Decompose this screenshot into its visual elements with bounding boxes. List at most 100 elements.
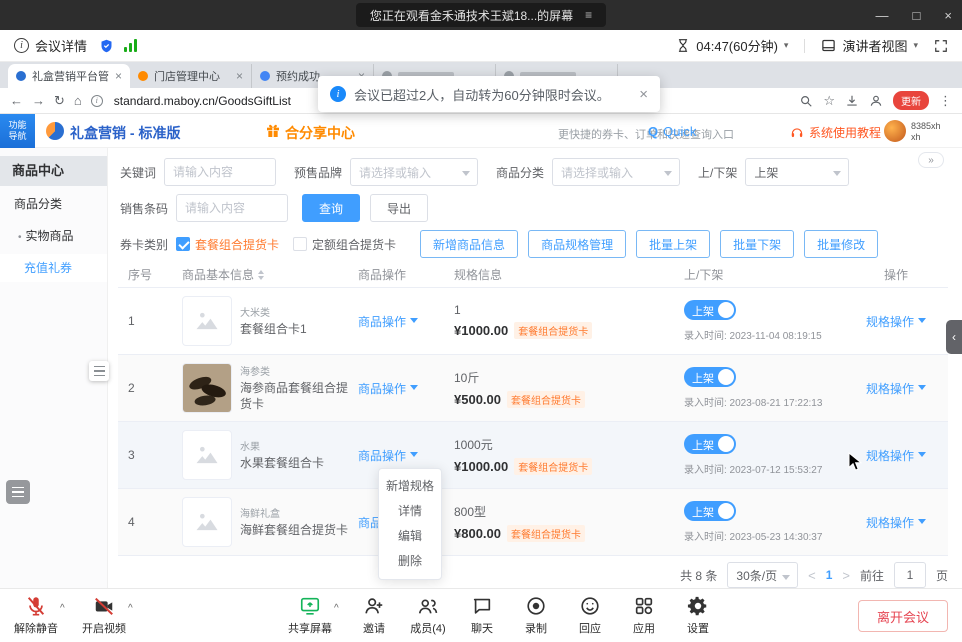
fixed-card-label[interactable]: 定额组合提货卡 bbox=[312, 236, 396, 253]
product-action-link[interactable]: 商品操作 bbox=[358, 315, 418, 329]
fixed-card-checkbox[interactable] bbox=[293, 237, 307, 251]
sidebar-item-physical-goods[interactable]: •实物商品 bbox=[0, 222, 107, 250]
browser-menu-icon[interactable]: ⋮ bbox=[939, 93, 952, 109]
fullscreen-icon[interactable] bbox=[934, 39, 948, 53]
minimize-button[interactable]: — bbox=[876, 8, 889, 23]
share-options-caret[interactable]: ^ bbox=[334, 603, 339, 614]
tab-close-icon[interactable]: × bbox=[236, 69, 243, 83]
col-info[interactable]: 商品基本信息 bbox=[182, 266, 358, 283]
tab-close-icon[interactable]: × bbox=[115, 69, 122, 83]
start-video-button[interactable]: 开启视频 bbox=[76, 595, 132, 636]
mic-options-caret[interactable]: ^ bbox=[60, 603, 65, 614]
video-options-caret[interactable]: ^ bbox=[128, 603, 133, 614]
panel-collapse-button[interactable]: » bbox=[918, 152, 944, 168]
screen-watching-banner[interactable]: 您正在观看金禾通技术王斌18...的屏幕 ≡ bbox=[356, 3, 606, 27]
chat-button[interactable]: 聊天 bbox=[454, 595, 510, 636]
back-icon[interactable]: ← bbox=[10, 93, 23, 108]
package-card-label[interactable]: 套餐组合提货卡 bbox=[195, 236, 279, 253]
meeting-timer[interactable]: 04:47(60分钟) bbox=[696, 36, 778, 55]
package-card-checkbox[interactable] bbox=[176, 237, 190, 251]
batch-offshelf-button[interactable]: 批量下架 bbox=[720, 230, 794, 258]
table-row-1[interactable]: 1 大米类 套餐组合卡1 商品操作 1 ¥1000.00套餐组合提货卡 上架 录… bbox=[118, 288, 948, 355]
product-action-link-open[interactable]: 商品操作 bbox=[358, 449, 418, 463]
profile-icon[interactable] bbox=[869, 94, 883, 108]
spec-action-link[interactable]: 规格操作 bbox=[866, 380, 926, 397]
tutorial-link[interactable]: 系统使用教程 bbox=[790, 124, 881, 141]
apps-button[interactable]: 应用 bbox=[616, 595, 672, 636]
unmute-button[interactable]: 解除静音 bbox=[8, 595, 64, 636]
prev-page-icon[interactable]: < bbox=[808, 568, 816, 583]
dropdown-item-add-spec[interactable]: 新增规格 bbox=[379, 474, 441, 499]
mouse-cursor bbox=[848, 452, 862, 472]
category-select[interactable]: 请选择或输入 bbox=[552, 158, 680, 186]
settings-button[interactable]: 设置 bbox=[670, 595, 726, 636]
view-mode-selector[interactable]: 演讲者视图 bbox=[842, 36, 907, 55]
keyword-input[interactable] bbox=[164, 158, 276, 186]
table-row-4[interactable]: 4 海鲜礼盒 海鲜套餐组合提货卡 商品操作 800型 ¥800.00套餐组合提货… bbox=[118, 489, 948, 556]
onshelf-toggle[interactable]: 上架 bbox=[684, 434, 736, 454]
forward-icon[interactable]: → bbox=[32, 93, 45, 108]
right-drawer-handle[interactable]: ‹ bbox=[946, 320, 962, 354]
quick-link[interactable]: Q Quick bbox=[648, 124, 696, 139]
home-icon[interactable]: ⌂ bbox=[74, 93, 82, 108]
site-info-icon[interactable]: i bbox=[91, 95, 103, 107]
leave-meeting-button[interactable]: 离开会议 bbox=[858, 600, 948, 632]
next-page-icon[interactable]: > bbox=[842, 568, 850, 583]
goto-page-input[interactable] bbox=[894, 562, 926, 588]
refresh-icon[interactable]: ↻ bbox=[54, 93, 65, 109]
share-center-link[interactable]: 合分享中心 bbox=[285, 123, 355, 143]
shelf-status-select[interactable]: 上架 bbox=[745, 158, 849, 186]
maximize-button[interactable]: □ bbox=[913, 8, 921, 23]
members-button[interactable]: 成员(4) bbox=[400, 595, 456, 636]
meeting-details-link[interactable]: 会议详情 bbox=[35, 36, 87, 55]
toast-close-icon[interactable]: × bbox=[639, 86, 648, 103]
onshelf-toggle[interactable]: 上架 bbox=[684, 367, 736, 387]
close-button[interactable]: × bbox=[944, 8, 952, 23]
current-page[interactable]: 1 bbox=[826, 568, 833, 582]
brand-select[interactable]: 请选择或输入 bbox=[350, 158, 478, 186]
share-screen-button[interactable]: 共享屏幕 bbox=[282, 595, 338, 636]
barcode-input[interactable] bbox=[176, 194, 288, 222]
browser-tab-store-admin[interactable]: 门店管理中心 × bbox=[130, 64, 252, 88]
browser-update-button[interactable]: 更新 bbox=[893, 91, 929, 110]
page-size-select[interactable]: 30条/页 bbox=[727, 562, 798, 588]
function-nav-button[interactable]: 功能 导航 bbox=[0, 114, 35, 148]
security-shield-icon[interactable] bbox=[99, 38, 114, 54]
dropdown-item-edit[interactable]: 编辑 bbox=[379, 524, 441, 549]
user-name-block[interactable]: 8385xh xh bbox=[911, 121, 941, 144]
batch-edit-button[interactable]: 批量修改 bbox=[804, 230, 878, 258]
onshelf-toggle[interactable]: 上架 bbox=[684, 501, 736, 521]
spec-action-link[interactable]: 规格操作 bbox=[866, 313, 926, 330]
table-row-3[interactable]: 3 水果 水果套餐组合卡 商品操作 1000元 ¥1000.00套餐组合提货卡 … bbox=[118, 422, 948, 489]
sidebar-collapse-handle[interactable] bbox=[89, 361, 109, 381]
sort-icon[interactable] bbox=[258, 267, 264, 283]
download-icon[interactable] bbox=[845, 94, 859, 108]
dropdown-item-delete[interactable]: 删除 bbox=[379, 549, 441, 574]
sidebar-item-recharge-voucher[interactable]: 充值礼券 bbox=[0, 254, 107, 282]
banner-menu-icon[interactable]: ≡ bbox=[585, 8, 592, 22]
sidebar-item-product-category[interactable]: 商品分类 bbox=[0, 190, 107, 218]
product-action-link[interactable]: 商品操作 bbox=[358, 382, 418, 396]
search-button[interactable]: 查询 bbox=[302, 194, 360, 222]
dropdown-item-details[interactable]: 详情 bbox=[379, 499, 441, 524]
record-button[interactable]: 录制 bbox=[508, 595, 564, 636]
invite-button[interactable]: 邀请 bbox=[346, 595, 402, 636]
onshelf-toggle[interactable]: 上架 bbox=[684, 300, 736, 320]
browser-tab-gift-admin[interactable]: 礼盒营销平台管理中心 × bbox=[8, 64, 130, 88]
spec-manage-button[interactable]: 商品规格管理 bbox=[528, 230, 626, 258]
search-icon[interactable] bbox=[799, 94, 813, 108]
export-button[interactable]: 导出 bbox=[370, 194, 428, 222]
floating-list-button[interactable] bbox=[6, 480, 30, 504]
sidebar-title-product-center[interactable]: 商品中心 bbox=[0, 156, 107, 186]
add-product-button[interactable]: 新增商品信息 bbox=[420, 230, 518, 258]
table-row-2[interactable]: 2 海参类 海参商品套餐组合提货卡 商品操作 10斤 ¥500.00套餐组合提货… bbox=[118, 355, 948, 422]
network-signal-icon[interactable] bbox=[124, 39, 137, 52]
react-button[interactable]: 回应 bbox=[562, 595, 618, 636]
user-avatar[interactable] bbox=[884, 120, 906, 142]
spec-action-link[interactable]: 规格操作 bbox=[866, 514, 926, 531]
timer-caret-icon[interactable]: ▾ bbox=[784, 40, 789, 51]
view-mode-caret-icon[interactable]: ▾ bbox=[913, 40, 918, 51]
spec-action-link[interactable]: 规格操作 bbox=[866, 447, 926, 464]
batch-onshelf-button[interactable]: 批量上架 bbox=[636, 230, 710, 258]
bookmark-star-icon[interactable]: ☆ bbox=[823, 93, 835, 109]
